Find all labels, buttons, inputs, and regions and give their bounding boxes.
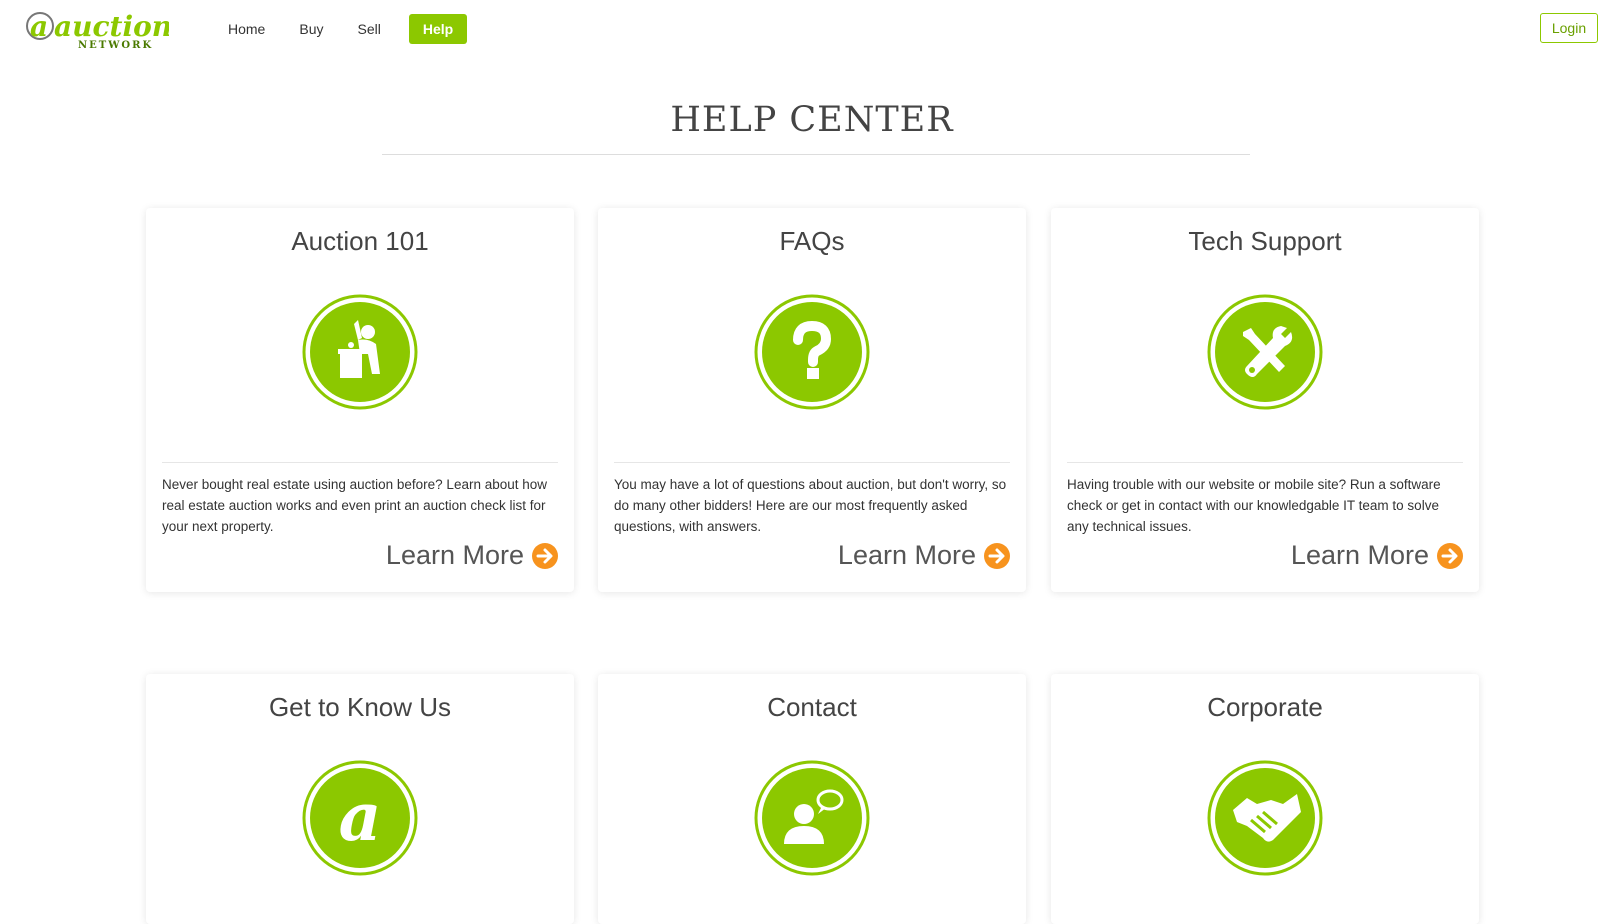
- learn-more-link[interactable]: Learn More: [386, 540, 558, 571]
- card-contact: Contact: [598, 674, 1026, 924]
- card-get-to-know-us: Get to Know Us a: [146, 674, 574, 924]
- learn-more-link[interactable]: Learn More: [838, 540, 1010, 571]
- card-faqs: FAQs You may have a lot of questions abo…: [598, 208, 1026, 592]
- arrow-right-icon: [1437, 542, 1463, 569]
- top-navbar: a auction NETWORK Home Buy Sell Help Log…: [0, 0, 1624, 60]
- handshake-icon[interactable]: [1207, 760, 1323, 876]
- learn-more-link[interactable]: Learn More: [1291, 540, 1463, 571]
- login-button[interactable]: Login: [1540, 13, 1598, 43]
- card-title: Contact: [767, 692, 857, 722]
- at-letter-icon[interactable]: a: [302, 760, 418, 876]
- nav-buy[interactable]: Buy: [299, 14, 323, 44]
- card-description: You may have a lot of questions about au…: [614, 477, 1007, 534]
- nav-home[interactable]: Home: [228, 14, 265, 44]
- card-divider: [162, 462, 558, 463]
- page-title: HELP CENTER: [670, 100, 954, 140]
- card-title: FAQs: [779, 226, 845, 256]
- person-speech-bubble-icon[interactable]: [754, 760, 870, 876]
- card-tech-support: Tech Support Having trouble with our web…: [1051, 208, 1479, 592]
- card-description: Never bought real estate using auction b…: [162, 477, 548, 534]
- learn-more-label: Learn More: [837, 540, 976, 570]
- learn-more-label: Learn More: [385, 540, 524, 570]
- nav-help[interactable]: Help: [408, 14, 468, 44]
- nav-sell[interactable]: Sell: [357, 14, 380, 44]
- card-divider: [614, 462, 1010, 463]
- wrench-screwdriver-icon[interactable]: [1207, 294, 1323, 410]
- card-title: Tech Support: [1188, 226, 1342, 256]
- arrow-right-icon: [532, 542, 558, 569]
- card-title: Auction 101: [291, 226, 429, 256]
- card-corporate: Corporate: [1051, 674, 1479, 924]
- arrow-right-icon: [984, 542, 1010, 569]
- svg-text:a: a: [30, 10, 48, 43]
- svg-text:auction: auction: [54, 10, 169, 43]
- svg-text:NETWORK: NETWORK: [78, 40, 153, 51]
- auction-network-logo[interactable]: a auction NETWORK: [24, 6, 172, 52]
- main-nav: Home Buy Sell Help: [228, 14, 501, 44]
- card-divider: [1067, 462, 1463, 463]
- auctioneer-podium-icon[interactable]: [302, 294, 418, 410]
- svg-text:a: a: [339, 778, 382, 856]
- card-auction-101: Auction 101 Never bought real estate usi…: [146, 208, 574, 592]
- question-mark-icon[interactable]: [754, 294, 870, 410]
- card-title: Corporate: [1207, 692, 1323, 722]
- card-description: Having trouble with our website or mobil…: [1067, 477, 1441, 534]
- card-title: Get to Know Us: [268, 692, 452, 722]
- learn-more-label: Learn More: [1290, 540, 1429, 570]
- title-divider: [382, 154, 1250, 155]
